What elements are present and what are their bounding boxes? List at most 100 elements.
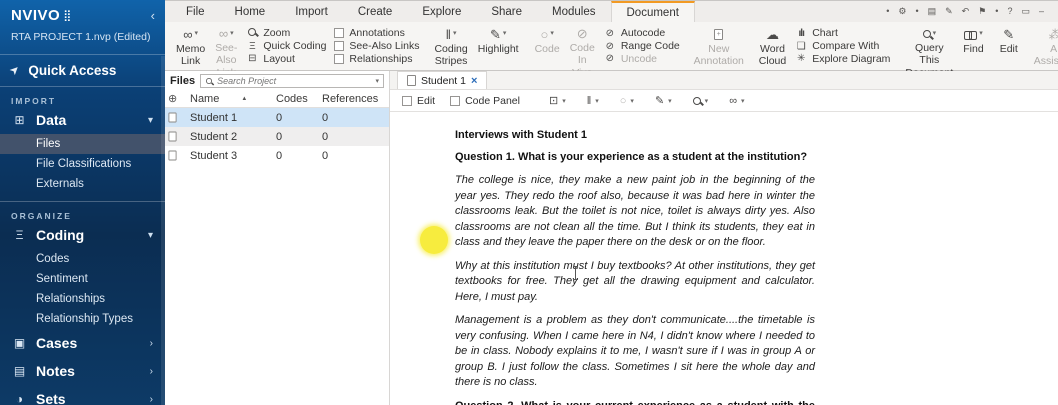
flag-icon[interactable]: ⚑	[978, 7, 986, 16]
tab-create[interactable]: Create	[343, 1, 408, 22]
range-code-button[interactable]: ⊘ Range Code	[604, 40, 680, 53]
tab-share[interactable]: Share	[476, 1, 537, 22]
see-also-link-button[interactable]: ∞▾ See-Also Link	[210, 24, 242, 79]
sidebar-item-coding[interactable]: Ξ Coding ▾	[11, 221, 154, 249]
annotations-checkbox-row[interactable]: Annotations	[334, 27, 419, 40]
coding-stripes-button[interactable]: ‖ ▾ Coding Stripes	[429, 24, 472, 68]
sidebar-collapse-icon[interactable]: ‹	[151, 8, 155, 23]
edit-icon: ✎	[1003, 26, 1015, 42]
caret-down-icon[interactable]: ▾	[375, 77, 379, 85]
link-tool[interactable]: ∞ ▾	[729, 95, 744, 107]
file-row-student-3[interactable]: Student 3 0 0	[165, 146, 389, 165]
annotations-checkbox[interactable]	[334, 28, 345, 39]
edit-checkbox-row[interactable]: Edit	[402, 95, 435, 107]
sidebar-item-codes[interactable]: Codes	[0, 249, 165, 269]
layout-button[interactable]: ⊟ Layout	[246, 52, 326, 65]
undo-icon[interactable]: ↶	[962, 7, 970, 16]
sidebar-item-files[interactable]: Files	[0, 134, 165, 154]
files-list-header[interactable]: ⊕ Name ▲ Codes References	[165, 90, 389, 108]
minimize-icon[interactable]: –	[1039, 7, 1044, 16]
code-panel-checkbox-row[interactable]: Code Panel	[450, 95, 520, 107]
code-in-vivo-button[interactable]: ⊘ Code In Vivo	[565, 24, 600, 79]
sidebar-item-relationship-types[interactable]: Relationship Types	[0, 309, 165, 329]
overflow-dot[interactable]: •	[915, 7, 918, 16]
find-label: Find	[963, 43, 984, 55]
autocode-button[interactable]: ⊘ Autocode	[604, 27, 680, 40]
document-tab-student-1[interactable]: Student 1 ×	[397, 71, 488, 89]
chart-button[interactable]: ılı Chart	[795, 27, 890, 40]
code-panel-checkbox[interactable]	[450, 95, 461, 106]
tab-explore[interactable]: Explore	[407, 1, 476, 22]
sidebar-item-sentiment[interactable]: Sentiment	[0, 269, 165, 289]
file-row-student-1[interactable]: Student 1 0 0	[165, 108, 389, 127]
new-annotation-button[interactable]: + New Annotation	[690, 24, 748, 68]
sidebar-item-file-classifications[interactable]: File Classifications	[0, 154, 165, 174]
find-button[interactable]: ▾ Find	[958, 24, 988, 68]
sidebar-item-sets[interactable]: ◑ Sets ›	[11, 385, 154, 405]
sidebar-item-relationships[interactable]: Relationships	[0, 289, 165, 309]
explore-diagram-button[interactable]: ✳ Explore Diagram	[795, 52, 890, 65]
edit-checkbox[interactable]	[402, 95, 412, 106]
edit-icon[interactable]: ✎	[945, 7, 953, 16]
compare-with-button[interactable]: ❏ Compare With	[795, 40, 890, 53]
chevron-down-icon[interactable]: ▾	[148, 115, 153, 126]
coding-stripes-tool[interactable]: ‖ ▾	[587, 95, 599, 107]
link-icon: ∞	[218, 26, 229, 41]
find-icon	[964, 30, 978, 40]
edit-label: Edit	[999, 43, 1018, 55]
zoom-button[interactable]: Zoom	[246, 27, 326, 40]
word-cloud-button[interactable]: ☁ Word Cloud	[754, 24, 791, 68]
chevron-right-icon[interactable]: ›	[150, 338, 153, 349]
tab-document[interactable]: Document	[610, 1, 695, 22]
document-content[interactable]: Interviews with Student 1 Question 1. Wh…	[390, 113, 1058, 405]
feedback-icon[interactable]: ▭	[1021, 7, 1030, 16]
file-row-student-2[interactable]: Student 2 0 0	[165, 127, 389, 146]
sidebar-scrollbar[interactable]	[161, 56, 165, 405]
close-icon[interactable]: ×	[471, 75, 477, 87]
document-tab-label: Student 1	[421, 74, 466, 87]
highlight-tool[interactable]: ✎ ▾	[655, 94, 672, 107]
sidebar-item-cases[interactable]: ▣ Cases ›	[11, 329, 154, 357]
sidebar-item-quick-access[interactable]: ➤ Quick Access	[0, 55, 165, 86]
search-input[interactable]	[217, 75, 372, 86]
memo-link-button[interactable]: ∞ ▾ Memo Link	[171, 24, 210, 68]
settings-icon[interactable]: ⚙	[898, 7, 906, 16]
chevron-right-icon[interactable]: ›	[150, 394, 153, 405]
search-box[interactable]: ▾	[200, 73, 384, 88]
relationships-checkbox[interactable]	[334, 53, 345, 64]
ai-assistant-button[interactable]: ⁂ AI Assistant	[1029, 24, 1058, 68]
tab-modules[interactable]: Modules	[537, 1, 610, 22]
relationships-checkbox-row[interactable]: Relationships	[334, 52, 419, 65]
caret-down-icon: ▾	[668, 97, 672, 105]
overflow-dot[interactable]: •	[886, 7, 889, 16]
uncode-button[interactable]: ⊘ Uncode	[604, 52, 680, 65]
see-also-links-checkbox[interactable]	[334, 41, 345, 51]
column-codes[interactable]: Codes	[276, 93, 322, 105]
column-name[interactable]: Name	[190, 93, 219, 105]
annotation-tool[interactable]: ⊡ ▾	[549, 94, 566, 107]
chevron-right-icon[interactable]: ›	[150, 366, 153, 377]
sidebar-item-notes[interactable]: ▤ Notes ›	[11, 357, 154, 385]
zoom-tool[interactable]: ▾	[692, 96, 708, 105]
edit-button[interactable]: ✎ Edit	[995, 24, 1023, 68]
add-file-icon[interactable]: ⊕	[168, 92, 190, 105]
overflow-dot[interactable]: •	[995, 7, 998, 16]
section-title-organize: ORGANIZE	[11, 211, 72, 221]
chevron-down-icon[interactable]: ▾	[148, 230, 153, 241]
code-icon: ○	[619, 94, 627, 107]
help-icon[interactable]: ?	[1007, 7, 1012, 16]
sidebar-item-data[interactable]: ⊞ Data ▾	[11, 106, 154, 134]
query-this-document-button[interactable]: ▾ Query This Document	[900, 24, 958, 79]
text-cursor	[573, 266, 578, 280]
highlight-button[interactable]: ✎ ▾ Highlight	[473, 24, 524, 68]
code-button[interactable]: ○ ▾ Code	[530, 24, 565, 68]
save-icon[interactable]: ▤	[928, 7, 937, 16]
column-references[interactable]: References	[322, 93, 389, 105]
see-also-links-checkbox-row[interactable]: See-Also Links	[334, 40, 419, 53]
tab-file[interactable]: File	[171, 1, 220, 22]
code-tool[interactable]: ○ ▾	[620, 95, 634, 107]
tab-home[interactable]: Home	[220, 1, 281, 22]
tab-import[interactable]: Import	[280, 1, 343, 22]
quick-coding-button[interactable]: Ξ Quick Coding	[246, 40, 326, 53]
sidebar-item-externals[interactable]: Externals	[0, 174, 165, 194]
